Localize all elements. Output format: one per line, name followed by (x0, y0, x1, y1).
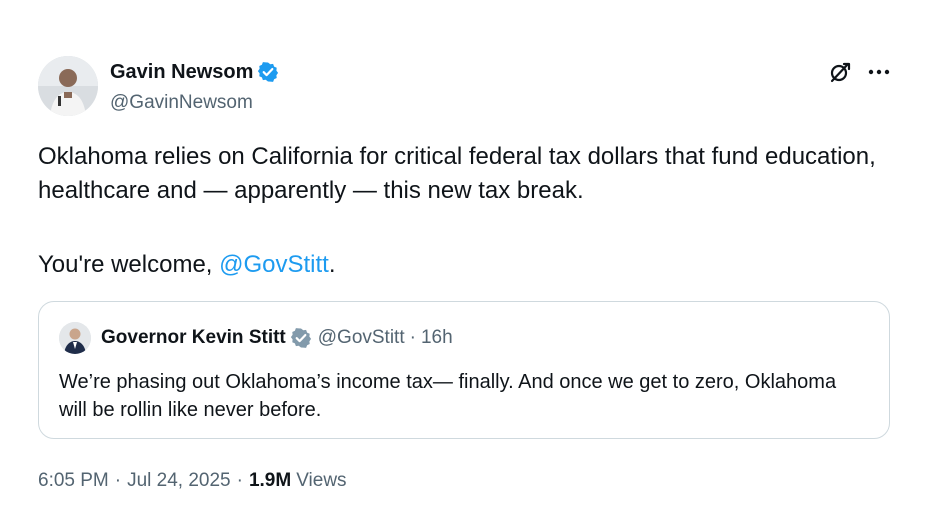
verified-badge-icon[interactable] (257, 61, 279, 83)
footer-separator: · (114, 470, 122, 491)
quoted-meta-separator: · (409, 327, 416, 348)
tweet-date[interactable]: Jul 24, 2025 (127, 468, 231, 494)
tweet-paragraph-2: You're welcome, @GovStitt. (38, 248, 898, 282)
tweet-header: Gavin Newsom @GavinNewsom (38, 56, 892, 118)
quoted-tweet-header: Governor Kevin Stitt @GovStitt · 16h (59, 322, 453, 354)
quoted-tweet-card[interactable]: Governor Kevin Stitt @GovStitt · 16h We’… (38, 301, 890, 439)
author-handle[interactable]: @GavinNewsom (110, 91, 279, 115)
tweet-body: Oklahoma relies on California for critic… (38, 140, 898, 282)
views-count: 1.9M (248, 470, 292, 491)
author-name[interactable]: Gavin Newsom (110, 60, 253, 84)
tweet-time[interactable]: 6:05 PM (38, 468, 109, 494)
quoted-author-handle[interactable]: @GovStitt (318, 327, 405, 349)
views-label: Views (296, 470, 347, 491)
verified-gray-badge-icon[interactable] (290, 327, 312, 349)
tweet-actions (828, 56, 892, 88)
tweet-paragraph-1: Oklahoma relies on California for critic… (38, 143, 876, 204)
author-info: Gavin Newsom @GavinNewsom (110, 60, 279, 115)
more-horizontal-icon[interactable] (866, 60, 892, 84)
quoted-avatar-image (59, 322, 91, 354)
quoted-author-avatar[interactable] (59, 322, 91, 354)
author-avatar-image (38, 56, 98, 116)
quoted-author-name[interactable]: Governor Kevin Stitt (101, 327, 286, 349)
author-avatar[interactable] (38, 56, 98, 116)
tweet-text-suffix: . (328, 251, 336, 278)
footer-separator-2: · (236, 470, 243, 491)
tweet-footer: 6:05 PM · Jul 24, 2025 · 1.9M Views (38, 468, 347, 494)
quoted-tweet-age[interactable]: 16h (421, 327, 453, 349)
mention-link[interactable]: @GovStitt (219, 251, 329, 278)
grok-icon[interactable] (828, 60, 852, 84)
tweet-text-prefix: You're welcome, (38, 251, 220, 278)
quoted-tweet-text: We’re phasing out Oklahoma’s income tax—… (59, 371, 837, 421)
